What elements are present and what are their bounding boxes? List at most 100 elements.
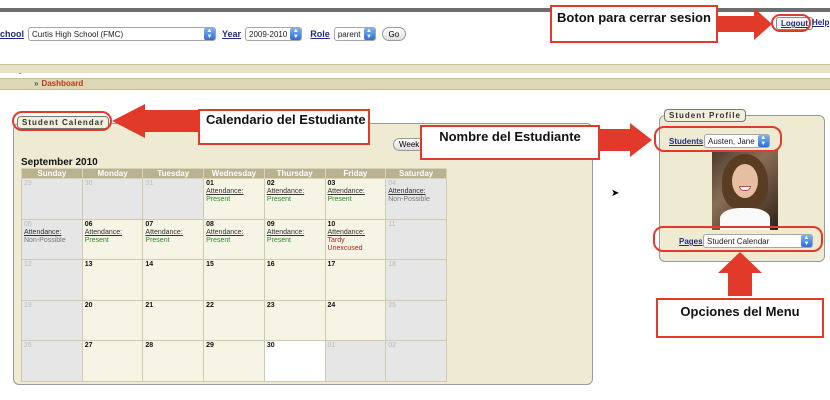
day-header: Saturday: [385, 168, 447, 179]
attendance-status-detail: Unexcused: [327, 244, 363, 252]
day-number: 31: [145, 180, 154, 187]
attendance-status: Non-Possible: [388, 196, 430, 203]
school-select[interactable]: Curtis High School (FMC) ▲ ▼: [28, 27, 216, 41]
calendar-day-cell[interactable]: 26: [21, 340, 83, 382]
day-number: 14: [145, 261, 154, 269]
calendar-day-cell[interactable]: 31: [142, 178, 205, 220]
student-photo: [712, 150, 778, 230]
attendance-status: Tardy: [327, 236, 345, 244]
attendance-label[interactable]: Attendance:: [388, 188, 444, 196]
attendance-label[interactable]: Attendance:: [267, 229, 323, 237]
day-number: 19: [24, 301, 32, 309]
calendar-day-cell[interactable]: 10 Attendance: Tardy Unexcused: [324, 218, 387, 261]
breadcrumb-dashboard[interactable]: Dashboard: [41, 79, 83, 88]
role-select[interactable]: parent ▲ ▼: [333, 27, 376, 41]
calendar-week-row: 12 13 14 15 16 17 18: [21, 259, 447, 301]
calendar-day-cell[interactable]: 01 Attendance: Present: [203, 178, 265, 220]
select-arrows-icon: ▲ ▼: [204, 28, 215, 40]
calendar-body: 29 30 31 01 Attendance: Present 02 Attendance: P…: [21, 178, 447, 382]
calendar-day-cell[interactable]: 23: [263, 299, 326, 342]
calendar-day-cell[interactable]: 05 Attendance: Non-Possible: [21, 218, 83, 261]
day-number: 02: [266, 180, 275, 187]
attendance-label[interactable]: Attendance:: [206, 188, 262, 196]
nav-strip: [0, 64, 830, 73]
attendance-label[interactable]: Attendance:: [328, 229, 365, 236]
attendance-status: Present: [266, 196, 291, 203]
day-number: 03: [327, 180, 336, 187]
day-number: 05: [24, 220, 32, 228]
attendance-label[interactable]: Attendance:: [206, 229, 262, 237]
calendar-day-cell[interactable]: 07 Attendance: Present: [142, 218, 205, 261]
day-number: 22: [206, 301, 214, 309]
calendar-day-cell[interactable]: 04 Attendance: Non-Possible: [385, 178, 447, 220]
day-number: 11: [388, 220, 396, 228]
day-header: Thursday: [263, 168, 326, 179]
calendar-day-cell[interactable]: 12: [21, 259, 83, 301]
student-note: Nombre del Estudiante: [420, 125, 600, 160]
calendar-day-cell[interactable]: 15: [203, 259, 265, 301]
calendar-day-cell[interactable]: 19: [21, 299, 83, 342]
top-toolbar: chool Curtis High School (FMC) ▲ ▼ Year 2…: [0, 26, 407, 42]
calendar-note: Calendario del Estudiante: [198, 109, 370, 145]
year-label[interactable]: Year: [222, 29, 241, 39]
logout-note: Boton para cerrar sesion: [550, 5, 718, 43]
calendar-day-cell[interactable]: 02 Attendance: Present: [263, 178, 326, 220]
arrow-logout: [718, 8, 772, 40]
calendar-day-cell[interactable]: 13: [81, 259, 144, 301]
calendar-day-cell[interactable]: 01: [324, 340, 387, 382]
day-number: 23: [266, 301, 275, 309]
calendar-day-cell[interactable]: 24: [324, 299, 387, 342]
calendar-day-cell[interactable]: 29: [21, 178, 83, 220]
calendar-day-cell[interactable]: 03 Attendance: Present: [324, 178, 387, 220]
attendance-label[interactable]: Attendance:: [145, 229, 201, 237]
attendance-status: Present: [84, 236, 109, 244]
attendance-status: Present: [206, 236, 231, 244]
day-number: 18: [388, 261, 397, 269]
calendar-day-cell[interactable]: 18: [385, 259, 447, 301]
help-link[interactable]: Help: [812, 18, 829, 27]
calendar-day-cell[interactable]: 25: [385, 299, 447, 342]
day-header: Monday: [81, 168, 144, 179]
calendar-day-cell[interactable]: 21: [142, 299, 205, 342]
calendar-day-cell[interactable]: 27: [81, 340, 144, 382]
attendance-label[interactable]: Attendance:: [24, 229, 80, 237]
attendance-status: Present: [206, 196, 231, 203]
day-number: 16: [266, 261, 275, 269]
day-number: 12: [24, 261, 32, 269]
attendance-status: Present: [327, 196, 352, 203]
breadcrumb-bar: [0, 78, 830, 90]
calendar-grid: Sunday Monday Tuesday Wednesday Thursday…: [21, 168, 447, 382]
calendar-day-cell[interactable]: 30: [263, 340, 326, 382]
calendar-week-row: 29 30 31 01 Attendance: Present 02 Attendance: P…: [21, 178, 447, 220]
pages-highlight: [653, 226, 823, 252]
calendar-day-cell[interactable]: 30: [81, 178, 144, 220]
day-number: 17: [327, 261, 336, 269]
calendar-day-cell[interactable]: 20: [81, 299, 144, 342]
profile-panel-title: Student Profile: [664, 109, 746, 122]
attendance-label[interactable]: Attendance:: [85, 229, 141, 237]
calendar-day-cell[interactable]: 22: [203, 299, 265, 342]
attendance-status: Present: [145, 236, 170, 244]
year-select[interactable]: 2009-2010 ▲ ▼: [245, 27, 303, 41]
attendance-label[interactable]: Attendance:: [328, 188, 384, 196]
day-number: 30: [84, 180, 93, 187]
calendar-day-cell[interactable]: 06 Attendance: Present: [81, 218, 144, 261]
month-title: September 2010: [21, 157, 98, 168]
attendance-label[interactable]: Attendance:: [267, 188, 323, 196]
calendar-day-cell[interactable]: 08 Attendance: Present: [203, 218, 265, 261]
calendar-header-row: Sunday Monday Tuesday Wednesday Thursday…: [21, 168, 447, 179]
day-number: 04: [388, 180, 397, 187]
calendar-day-cell[interactable]: 09 Attendance: Present: [263, 218, 326, 261]
role-label[interactable]: Role: [310, 29, 330, 39]
go-button[interactable]: Go: [381, 27, 407, 41]
calendar-day-cell[interactable]: 02: [385, 340, 447, 382]
calendar-day-cell[interactable]: 17: [324, 259, 387, 301]
student-highlight: [654, 126, 782, 152]
calendar-day-cell[interactable]: 14: [142, 259, 205, 301]
calendar-day-cell[interactable]: 28: [142, 340, 205, 382]
calendar-week-row: 26 27 28 29 30 01 02: [21, 340, 447, 382]
calendar-day-cell[interactable]: 11: [385, 218, 447, 261]
calendar-day-cell[interactable]: 29: [203, 340, 265, 382]
day-number: 28: [145, 342, 154, 350]
calendar-day-cell[interactable]: 16: [263, 259, 326, 301]
